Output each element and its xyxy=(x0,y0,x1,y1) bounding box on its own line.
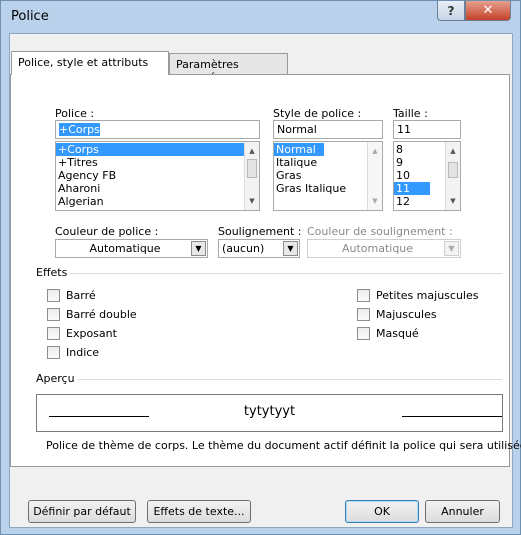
font-input-value: +Corps xyxy=(59,123,100,136)
close-icon: ✕ xyxy=(482,3,494,18)
title-bar: Police ? ✕ xyxy=(1,1,520,33)
preview-right-rule xyxy=(402,416,502,417)
size-label: Taille : xyxy=(393,107,428,120)
checkbox-label: Masqué xyxy=(376,327,419,340)
checkbox-icon xyxy=(357,308,370,321)
checkbox-label: Barré double xyxy=(66,308,137,321)
font-style-input-value: Normal xyxy=(277,123,317,136)
scroll-up-icon[interactable]: ▲ xyxy=(245,144,259,158)
tab-label: Police, style et attributs xyxy=(18,56,149,69)
font-list-item[interactable]: Algerian xyxy=(56,195,259,208)
checkbox-subscript[interactable]: Indice xyxy=(47,346,99,359)
close-button[interactable]: ✕ xyxy=(465,1,511,21)
checkbox-icon xyxy=(357,289,370,302)
preview-divider xyxy=(78,379,502,380)
size-list-item[interactable]: 11 xyxy=(394,182,430,195)
scroll-thumb[interactable] xyxy=(247,159,257,178)
font-style-input[interactable]: Normal xyxy=(273,120,383,139)
checkbox-icon xyxy=(47,327,60,340)
font-list[interactable]: +Corps +Titres Agency FB Aharoni Algeria… xyxy=(55,141,260,211)
checkbox-label: Exposant xyxy=(66,327,117,340)
style-list-item[interactable]: Gras xyxy=(274,169,382,182)
style-list-scrollbar[interactable]: ▲ ▼ xyxy=(367,142,382,210)
scroll-up-icon[interactable]: ▲ xyxy=(368,144,382,158)
checkbox-icon xyxy=(47,289,60,302)
scroll-thumb[interactable] xyxy=(448,162,458,178)
button-label: Annuler xyxy=(441,505,484,518)
scroll-down-icon[interactable]: ▼ xyxy=(368,194,382,208)
underline-label: Soulignement : xyxy=(218,225,302,238)
font-list-item[interactable]: +Corps xyxy=(56,143,259,156)
ok-button[interactable]: OK xyxy=(345,500,419,523)
effects-group-title: Effets xyxy=(36,266,68,279)
preview-group-title: Aperçu xyxy=(36,372,75,385)
checkbox-double-strikethrough[interactable]: Barré double xyxy=(47,308,137,321)
style-list-item[interactable]: Normal xyxy=(274,143,324,156)
chevron-down-icon: ▼ xyxy=(444,241,459,256)
preview-description: Police de thème de corps. Le thème du do… xyxy=(46,439,521,452)
text-effects-button[interactable]: Effets de texte... xyxy=(147,500,251,523)
set-default-button[interactable]: Définir par défaut xyxy=(28,500,136,523)
effects-divider xyxy=(70,273,502,274)
checkbox-icon xyxy=(47,308,60,321)
font-label: Police : xyxy=(55,107,95,120)
underline-color-select[interactable]: Automatique ▼ xyxy=(307,239,461,258)
font-list-item[interactable]: +Titres xyxy=(56,156,259,169)
scroll-up-icon[interactable]: ▲ xyxy=(446,144,460,158)
checkbox-superscript[interactable]: Exposant xyxy=(47,327,117,340)
checkbox-label: Petites majuscules xyxy=(376,289,479,302)
help-button[interactable]: ? xyxy=(437,1,465,21)
size-input-value: 11 xyxy=(397,123,411,136)
button-label: Définir par défaut xyxy=(33,505,131,518)
font-input[interactable]: +Corps xyxy=(55,120,260,139)
font-style-label: Style de police : xyxy=(273,107,362,120)
checkbox-icon xyxy=(357,327,370,340)
size-list[interactable]: 8 9 10 11 12 ▲ ▼ xyxy=(393,141,461,211)
button-label: OK xyxy=(374,505,390,518)
scroll-down-icon[interactable]: ▼ xyxy=(446,194,460,208)
checkbox-label: Indice xyxy=(66,346,100,359)
checkbox-small-caps[interactable]: Petites majuscules xyxy=(357,289,478,302)
underline-color-value: Automatique xyxy=(341,242,414,255)
style-list-item[interactable]: Italique xyxy=(274,156,382,169)
size-list-scrollbar[interactable]: ▲ ▼ xyxy=(445,142,460,210)
checkbox-hidden[interactable]: Masqué xyxy=(357,327,419,340)
font-list-scrollbar[interactable]: ▲ ▼ xyxy=(244,142,259,210)
tab-font-style-attributes[interactable]: Police, style et attributs xyxy=(11,51,169,75)
font-list-item[interactable]: Agency FB xyxy=(56,169,259,182)
scroll-down-icon[interactable]: ▼ xyxy=(245,194,259,208)
window-title: Police xyxy=(11,9,49,24)
checkbox-label: Barré xyxy=(66,289,96,302)
checkbox-icon xyxy=(47,346,60,359)
checkbox-strikethrough[interactable]: Barré xyxy=(47,289,96,302)
font-style-list[interactable]: Normal Italique Gras Gras Italique ▲ ▼ xyxy=(273,141,383,211)
cancel-button[interactable]: Annuler xyxy=(425,500,500,523)
chevron-down-icon: ▼ xyxy=(191,241,206,256)
style-list-item[interactable]: Gras Italique xyxy=(274,182,382,195)
help-icon: ? xyxy=(447,3,455,18)
underline-value: (aucun) xyxy=(222,242,265,255)
font-list-item[interactable]: Aharoni xyxy=(56,182,259,195)
tab-advanced-settings[interactable]: Paramètres avancés xyxy=(169,53,288,84)
size-input[interactable]: 11 xyxy=(393,120,461,139)
font-color-value: Automatique xyxy=(89,242,161,255)
chevron-down-icon: ▼ xyxy=(283,241,298,256)
font-color-select[interactable]: Automatique ▼ xyxy=(55,239,208,258)
button-label: Effets de texte... xyxy=(153,505,245,518)
checkbox-label: Majuscules xyxy=(376,308,437,321)
checkbox-all-caps[interactable]: Majuscules xyxy=(357,308,437,321)
preview-box: tytytyyt xyxy=(36,394,503,432)
underline-color-label: Couleur de soulignement : xyxy=(307,225,453,238)
underline-select[interactable]: (aucun) ▼ xyxy=(218,239,300,258)
font-color-label: Couleur de police : xyxy=(55,225,159,238)
